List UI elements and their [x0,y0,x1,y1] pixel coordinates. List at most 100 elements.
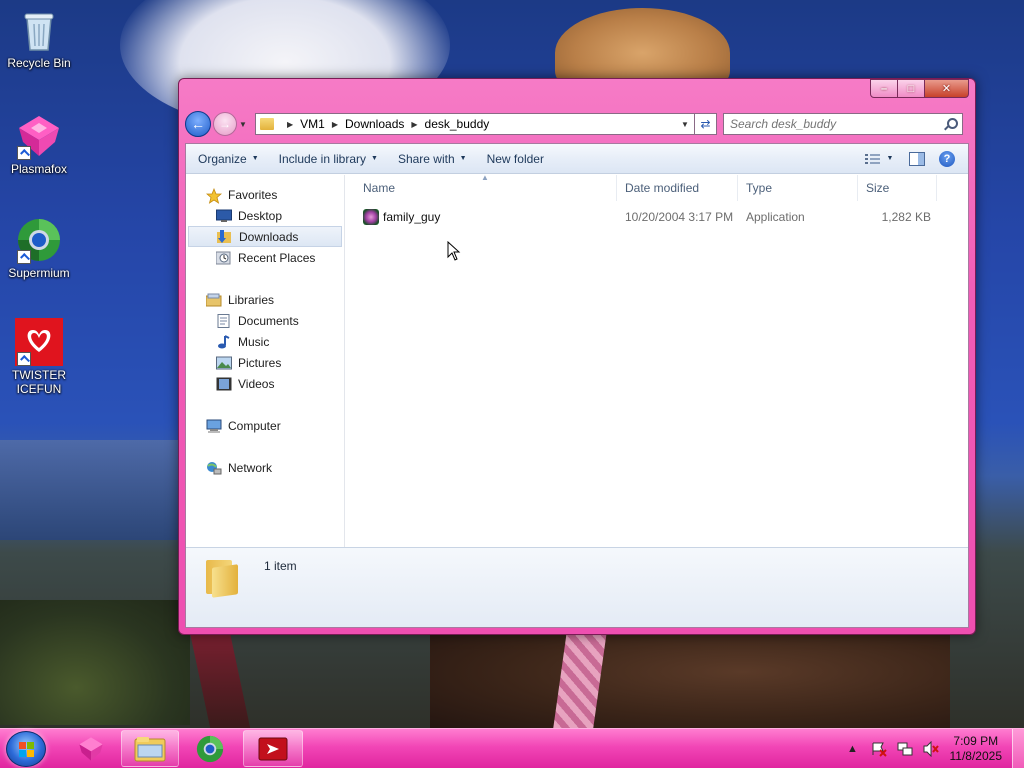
music-icon [216,334,232,349]
file-size: 1,282 KB [881,210,931,224]
nav-documents[interactable]: Documents [186,310,344,331]
search-box[interactable] [723,113,963,135]
include-in-library-label: Include in library [278,151,367,166]
preview-pane-button[interactable] [902,144,932,173]
nav-recent-places[interactable]: Recent Places [186,247,344,268]
breadcrumb-desk-buddy[interactable]: desk_buddy [425,117,490,131]
arrow-left-icon: ← [191,116,205,132]
nav-label: Computer [228,418,281,433]
refresh-button[interactable]: ⇄ [695,113,717,135]
nav-libraries[interactable]: Libraries [186,289,344,310]
show-hidden-icons-button[interactable]: ▲ [843,739,863,759]
nav-computer[interactable]: Computer [186,415,344,436]
nav-videos[interactable]: Videos [186,373,344,394]
column-header-date-modified[interactable]: Date modified [617,175,738,201]
address-dropdown-button[interactable]: ▼ [676,120,694,129]
nav-label: Desktop [238,208,283,223]
recycle-bin-icon [15,6,63,54]
help-button[interactable]: ? [932,144,962,173]
item-count: 1 item [264,559,297,573]
breadcrumb-downloads[interactable]: Downloads [345,117,404,131]
chevron-right-icon[interactable]: ▶ [287,120,293,129]
minimize-button[interactable]: – [870,79,898,98]
show-desktop-button[interactable] [1012,729,1024,768]
explorer-content: Organize ▼ Include in library ▼ Share with… [185,143,969,628]
clock-time: 7:09 PM [953,734,999,748]
desktop-icon-twister-icefun[interactable]: TWISTER ICEFUN [1,318,77,396]
view-list-icon [864,153,880,164]
nav-pictures[interactable]: Pictures [186,352,344,373]
supermium-icon [15,216,63,264]
wallpaper-pole [189,630,251,730]
nav-desktop[interactable]: Desktop [186,205,344,226]
taskbar-clock[interactable]: 7:09 PM 11/8/2025 [950,734,1003,764]
file-date-modified: 10/20/2004 3:17 PM [625,210,734,224]
nav-label: Recent Places [238,250,316,265]
address-bar[interactable]: ▶ VM1 ▶ Downloads ▶ desk_buddy ▼ [255,113,695,135]
close-icon: ✕ [941,83,952,95]
search-icon[interactable] [944,118,958,130]
explorer-window[interactable]: – □ ✕ ← → ▼ ▶ VM1 ▶ Downloads ▶ desk_bud… [178,78,976,635]
taskbar-acrobat-button[interactable] [243,730,303,767]
network-tray-icon[interactable] [895,739,915,759]
nav-label: Downloads [239,229,299,244]
organize-label: Organize [198,151,247,166]
breadcrumb-vm1[interactable]: VM1 [300,117,325,131]
column-label: Type [746,181,773,195]
documents-icon [216,313,232,328]
chevron-down-icon: ▼ [371,155,378,162]
organize-button[interactable]: Organize ▼ [186,144,269,173]
nav-label: Videos [238,376,275,391]
nav-label: Libraries [228,292,275,307]
taskbar-supermium-button[interactable] [181,730,239,767]
nav-network[interactable]: Network [186,457,344,478]
new-folder-button[interactable]: New folder [477,144,554,173]
chevron-down-icon: ▼ [886,155,894,162]
include-in-library-button[interactable]: Include in library ▼ [269,144,388,173]
back-button[interactable]: ← [185,111,211,137]
network-icon [206,461,222,475]
windows-explorer-icon [134,736,166,761]
chevron-right-icon[interactable]: ▶ [411,120,417,129]
file-name: family_guy [383,210,441,224]
wallpaper-rocks [0,600,190,725]
folder-icon [204,560,240,598]
forward-button[interactable]: → [213,112,237,136]
share-with-button[interactable]: Share with ▼ [388,144,477,173]
chevron-right-icon[interactable]: ▶ [332,120,338,129]
file-row[interactable]: family_guy 10/20/2004 3:17 PM Applicatio… [345,205,968,229]
help-icon: ? [939,150,955,167]
start-button[interactable] [6,731,46,767]
nav-music[interactable]: Music [186,331,344,352]
column-header-size[interactable]: Size [858,175,937,201]
videos-icon [216,377,232,391]
nav-favorites[interactable]: Favorites [186,184,344,205]
recent-pages-button[interactable]: ▼ [239,120,251,129]
action-center-icon[interactable] [869,739,889,759]
desktop-icon [216,209,232,223]
mouse-cursor-icon [447,240,461,264]
folder-icon [260,118,274,130]
taskbar-plasmafox-button[interactable] [62,730,120,767]
arrow-right-icon: → [219,117,231,131]
close-button[interactable]: ✕ [925,79,969,98]
column-header-name[interactable]: ▲ Name [345,173,617,201]
windows-logo-icon [19,742,35,758]
system-tray: ▲ 7:09 PM 11/8/2025 [840,729,1024,768]
maximize-button[interactable]: □ [898,79,925,98]
column-label: Name [363,181,396,195]
search-input[interactable] [730,117,930,131]
taskbar-explorer-button[interactable] [121,730,179,767]
preview-pane-icon [909,151,925,166]
volume-muted-icon[interactable] [921,739,941,759]
desktop-icon-label: Supermium [8,266,70,280]
nav-downloads[interactable]: Downloads [188,226,342,247]
minimize-icon: – [880,82,888,95]
view-options-button[interactable]: ▼ [864,144,894,173]
maximize-icon: □ [907,82,915,95]
column-header-type[interactable]: Type [738,175,858,201]
desktop-icon-recycle-bin[interactable]: Recycle Bin [1,6,77,70]
application-icon [363,209,379,225]
desktop-icon-plasmafox[interactable]: Plasmafox [1,112,77,176]
desktop-icon-supermium[interactable]: Supermium [1,216,77,280]
